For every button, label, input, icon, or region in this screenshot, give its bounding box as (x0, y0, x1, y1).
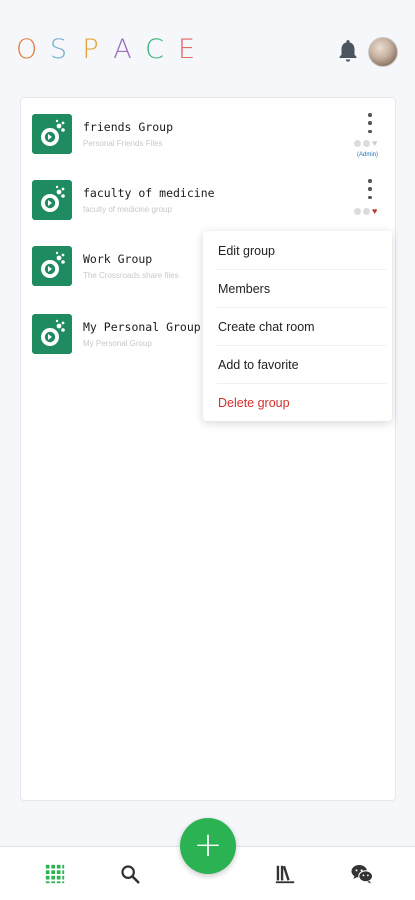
group-item[interactable]: faculty of medicine faculty of medicine … (21, 164, 395, 230)
status-dot (363, 208, 370, 215)
menu-item-edit-group[interactable]: Edit group (203, 232, 392, 270)
logo-letter: C (145, 34, 165, 65)
plus-icon: + (193, 825, 223, 865)
group-name: Work Group (83, 252, 153, 266)
menu-item-create-chat-room[interactable]: Create chat room (203, 308, 392, 346)
group-status: ♥ (354, 139, 377, 148)
logo-letter: A (113, 34, 133, 65)
user-avatar[interactable] (368, 37, 398, 67)
group-description: The Crossroads share files (83, 271, 179, 280)
status-dot (354, 208, 361, 215)
group-name: friends Group (83, 120, 174, 134)
group-description: faculty of medicine group (83, 205, 172, 214)
group-logo-icon (32, 114, 72, 154)
status-dot (354, 140, 361, 147)
logo-letter: E (177, 34, 197, 65)
group-logo-icon (32, 180, 72, 220)
logo-letter: O (16, 34, 39, 65)
ospace-logo: O S P A C E (16, 34, 198, 65)
app-header: O S P A C E (0, 0, 415, 100)
wechat-icon[interactable] (349, 861, 375, 887)
logo-letter: P (82, 34, 100, 65)
group-logo-icon (32, 314, 72, 354)
logo-letter: S (49, 34, 69, 65)
menu-item-add-to-favorite[interactable]: Add to favorite (203, 346, 392, 384)
group-name: faculty of medicine (83, 186, 215, 200)
more-options-icon[interactable] (364, 113, 376, 133)
heart-icon[interactable]: ♥ (372, 207, 377, 216)
groups-list: friends Group Personal Friends Files ♥ (… (20, 97, 396, 801)
admin-badge: (Admin) (357, 152, 379, 158)
group-logo-icon (32, 246, 72, 286)
group-status: ♥ (354, 207, 377, 216)
search-icon[interactable] (117, 861, 143, 887)
group-name: My Personal Group (83, 320, 201, 334)
heart-icon[interactable]: ♥ (372, 139, 377, 148)
group-item[interactable]: friends Group Personal Friends Files ♥ (… (21, 98, 395, 164)
group-context-menu: Edit group Members Create chat room Add … (203, 231, 392, 421)
grid-icon[interactable] (42, 861, 68, 887)
bell-icon[interactable] (336, 38, 360, 64)
menu-item-delete-group[interactable]: Delete group (203, 384, 392, 422)
group-description: Personal Friends Files (83, 139, 163, 148)
library-icon[interactable] (272, 861, 298, 887)
status-dot (363, 140, 370, 147)
more-options-icon[interactable] (364, 179, 376, 199)
menu-item-members[interactable]: Members (203, 270, 392, 308)
group-description: My Personal Group (83, 339, 152, 348)
add-button[interactable]: + (180, 818, 236, 874)
